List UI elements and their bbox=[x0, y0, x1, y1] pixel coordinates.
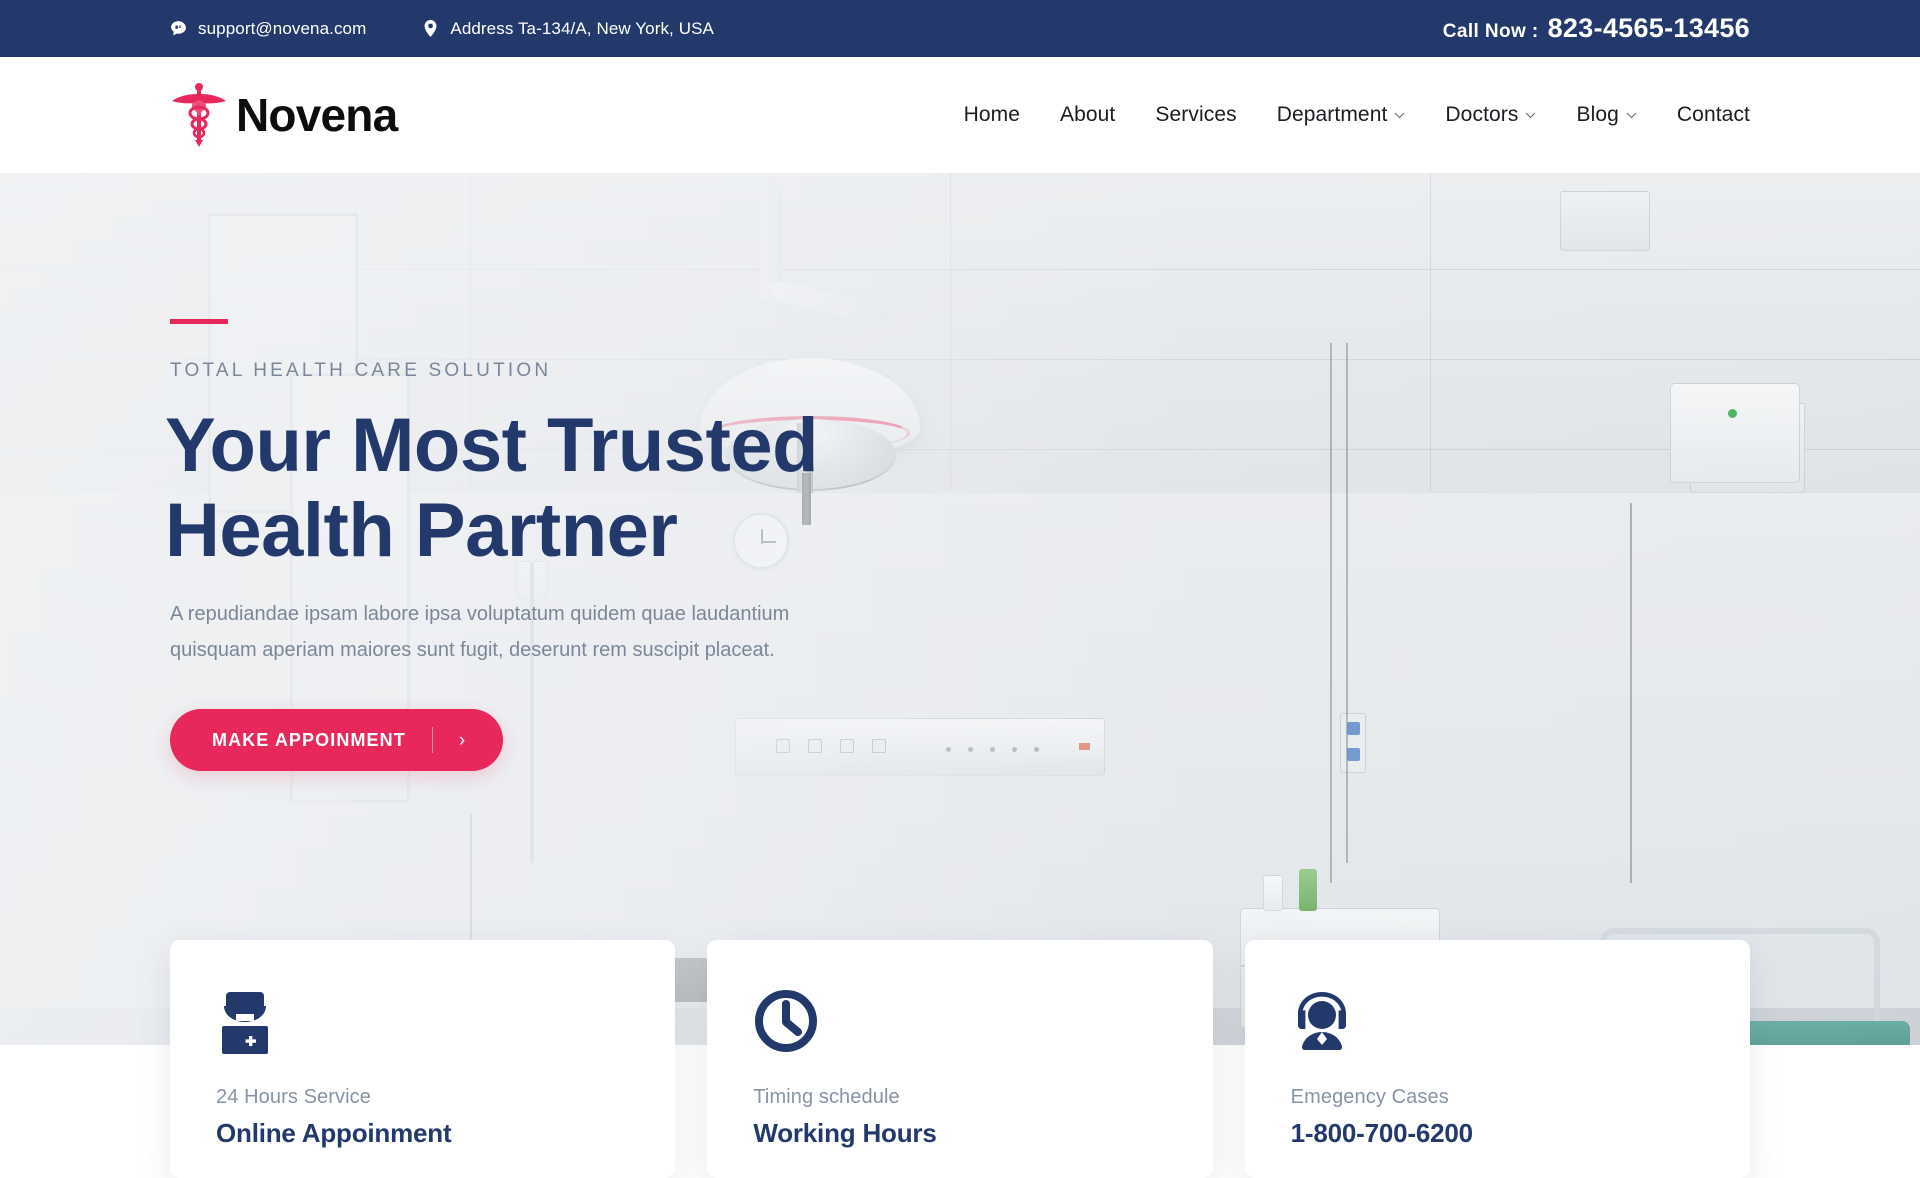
feature-card-emergency[interactable]: Emegency Cases 1-800-700-6200 bbox=[1244, 940, 1750, 1178]
topbar-call[interactable]: Call Now : 823-4565-13456 bbox=[1443, 13, 1750, 44]
nav-label-contact: Contact bbox=[1676, 103, 1750, 126]
chevron-down-icon bbox=[1525, 112, 1536, 119]
topbar-email-text: support@novena.com bbox=[198, 18, 367, 38]
nav-item-blog[interactable]: Blog bbox=[1556, 103, 1656, 127]
hero-accent-bar bbox=[170, 319, 228, 324]
chevron-right-icon: › bbox=[458, 729, 466, 751]
headset-support-icon bbox=[1291, 988, 1704, 1060]
feature-card-working-hours[interactable]: Timing schedule Working Hours bbox=[707, 940, 1213, 1178]
topbar-email[interactable]: support@novena.com bbox=[170, 19, 366, 39]
cta-label: MAKE APPOINMENT bbox=[212, 729, 406, 750]
hero-title-line-1: Your Most Trusted bbox=[165, 403, 819, 488]
nav-label-home: Home bbox=[963, 103, 1020, 126]
nav-label-services: Services bbox=[1155, 103, 1237, 126]
top-contact-bar: support@novena.com Address Ta-134/A, New… bbox=[0, 0, 1920, 57]
clock-icon bbox=[753, 988, 1166, 1060]
feature-card-online-appointment[interactable]: 24 Hours Service Online Appoinment bbox=[170, 940, 676, 1178]
nav-item-about[interactable]: About bbox=[1040, 103, 1135, 127]
hero-eyebrow: TOTAL HEALTH CARE SOLUTION bbox=[170, 360, 552, 381]
nav-label-doctors: Doctors bbox=[1445, 103, 1519, 126]
feature-card-title: 1-800-700-6200 bbox=[1290, 1118, 1473, 1148]
logo-text: Novena bbox=[236, 89, 398, 141]
nav-item-contact[interactable]: Contact bbox=[1657, 103, 1750, 127]
feature-cards-band: 24 Hours Service Online Appoinment Timin… bbox=[0, 940, 1920, 1178]
nav-item-department[interactable]: Department bbox=[1257, 103, 1426, 127]
topbar-address-text: Address Ta-134/A, New York, USA bbox=[450, 18, 714, 38]
nav-item-services[interactable]: Services bbox=[1135, 103, 1256, 127]
nav-item-doctors[interactable]: Doctors bbox=[1425, 103, 1556, 127]
chevron-down-icon bbox=[1394, 112, 1405, 119]
nav-label-about: About bbox=[1059, 103, 1116, 126]
feature-card-title: Online Appoinment bbox=[216, 1118, 452, 1148]
feature-card-subtitle: Emegency Cases bbox=[1290, 1086, 1449, 1108]
doctor-nurse-icon bbox=[216, 988, 629, 1060]
feature-card-subtitle: Timing schedule bbox=[753, 1086, 900, 1108]
call-now-label: Call Now : bbox=[1442, 21, 1539, 42]
nav-label-department: Department bbox=[1276, 103, 1388, 126]
hero-paragraph: A repudiandae ipsam labore ipsa voluptat… bbox=[170, 603, 790, 662]
feature-card-title: Working Hours bbox=[753, 1118, 937, 1148]
map-pin-icon bbox=[422, 20, 439, 37]
make-appointment-button[interactable]: MAKE APPOINMENT › bbox=[170, 709, 504, 771]
nav-item-home[interactable]: Home bbox=[944, 103, 1040, 127]
site-header: Novena Home About Services Department Do… bbox=[0, 57, 1920, 173]
topbar-address: Address Ta-134/A, New York, USA bbox=[422, 19, 714, 39]
hero-title-line-2: Health Partner bbox=[165, 488, 678, 574]
chevron-down-icon bbox=[1626, 112, 1637, 119]
caduceus-icon bbox=[170, 82, 228, 148]
comment-icon bbox=[170, 20, 187, 37]
site-logo[interactable]: Novena bbox=[170, 82, 398, 148]
main-navigation: Home About Services Department Doctors B… bbox=[944, 103, 1750, 127]
hero-title: Your Most Trusted Health Partner bbox=[165, 403, 819, 574]
cta-divider bbox=[431, 727, 433, 753]
feature-card-subtitle: 24 Hours Service bbox=[216, 1086, 371, 1108]
call-now-number: 823-4565-13456 bbox=[1547, 13, 1750, 43]
nav-label-blog: Blog bbox=[1576, 103, 1619, 126]
